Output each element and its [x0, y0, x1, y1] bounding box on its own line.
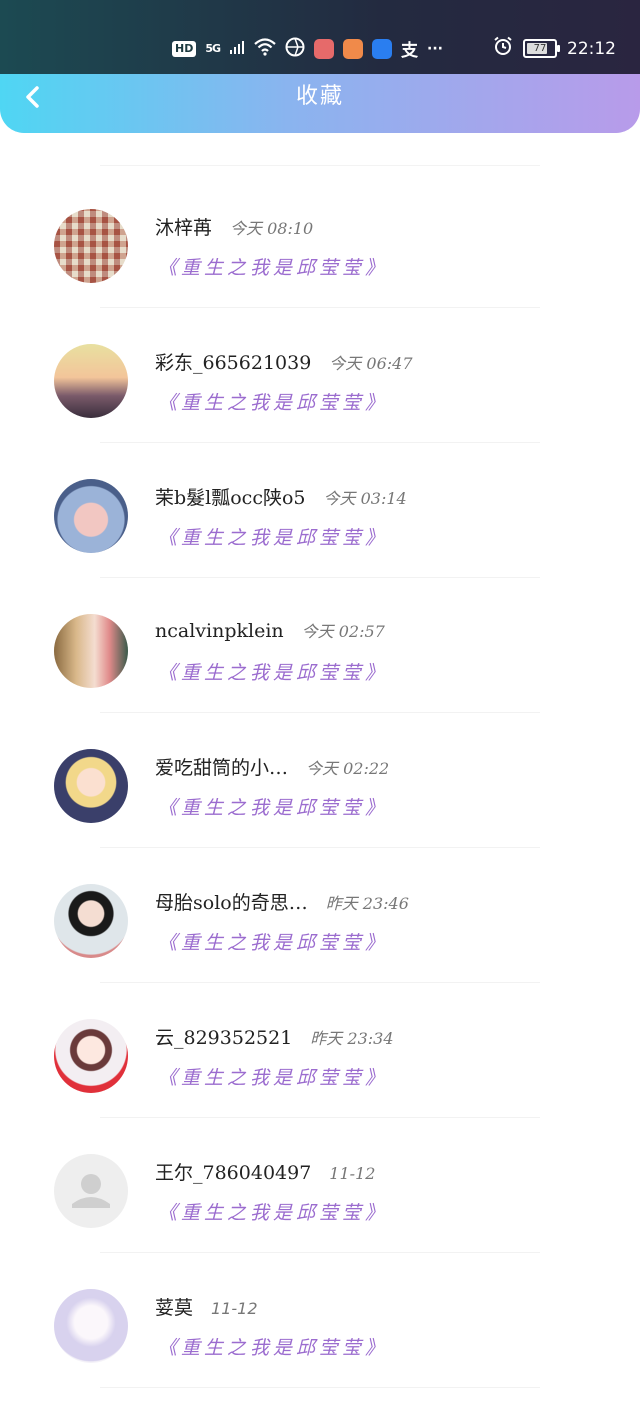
timestamp: 昨天 23:34: [310, 1029, 394, 1048]
user-name[interactable]: 沐梓苒: [155, 213, 212, 240]
timestamp: 今天 03:14: [323, 489, 407, 508]
list-item[interactable]: 沐梓苒 今天 08:10 《重生之我是邱莹莹》: [0, 173, 640, 308]
favorites-list: 沐梓苒 今天 08:10 《重生之我是邱莹莹》 彩东_665621039 今天 …: [0, 173, 640, 1388]
book-title[interactable]: 《重生之我是邱莹莹》: [158, 928, 388, 955]
user-name[interactable]: ncalvinpklein: [155, 620, 284, 642]
user-name[interactable]: 云_829352521: [155, 1023, 292, 1050]
avatar[interactable]: [54, 1154, 128, 1228]
timestamp: 今天 06:47: [329, 354, 413, 373]
list-item[interactable]: 茉b髮l瓢occ陕o5 今天 03:14 《重生之我是邱莹莹》: [0, 443, 640, 578]
alarm-icon: [493, 36, 513, 61]
avatar[interactable]: [54, 884, 128, 958]
battery-icon: 77: [523, 39, 560, 58]
battery-level: 77: [533, 43, 547, 54]
user-name[interactable]: 母胎solo的奇思…: [155, 888, 308, 915]
list-item[interactable]: ncalvinpklein 今天 02:57 《重生之我是邱莹莹》: [0, 578, 640, 713]
divider: [100, 1387, 540, 1388]
timestamp: 今天 02:57: [301, 622, 385, 641]
status-icons-left: HD 5G 支 ···: [172, 36, 443, 61]
more-notifications-icon: ···: [427, 40, 443, 57]
user-name[interactable]: 爱吃甜筒的小…: [155, 753, 288, 780]
avatar[interactable]: [54, 1289, 128, 1363]
book-title[interactable]: 《重生之我是邱莹莹》: [158, 793, 388, 820]
avatar[interactable]: [54, 479, 128, 553]
timestamp: 11-12: [211, 1299, 258, 1318]
list-item[interactable]: 荽莫 11-12 《重生之我是邱莹莹》: [0, 1253, 640, 1388]
health-app-icon: [343, 38, 364, 59]
list-item[interactable]: 母胎solo的奇思… 昨天 23:46 《重生之我是邱莹莹》: [0, 848, 640, 983]
book-title[interactable]: 《重生之我是邱莹莹》: [158, 1198, 388, 1225]
timestamp: 今天 02:22: [306, 759, 390, 778]
user-name[interactable]: 彩东_665621039: [155, 348, 311, 375]
timestamp: 今天 08:10: [230, 219, 314, 238]
status-bar: HD 5G 支 ··· 77 22:12: [0, 0, 640, 74]
book-title[interactable]: 《重生之我是邱莹莹》: [158, 523, 388, 550]
avatar[interactable]: [54, 749, 128, 823]
bulb-app-icon: [372, 38, 393, 59]
clock: 22:12: [567, 38, 616, 59]
timestamp: 11-12: [329, 1164, 376, 1183]
status-icons-right: 77 22:12: [493, 36, 616, 61]
browser-app-icon: [285, 37, 305, 61]
user-name[interactable]: 荽莫: [155, 1293, 193, 1320]
avatar[interactable]: [54, 344, 128, 418]
divider: [100, 165, 540, 166]
list-item[interactable]: 爱吃甜筒的小… 今天 02:22 《重生之我是邱莹莹》: [0, 713, 640, 848]
list-item[interactable]: 彩东_665621039 今天 06:47 《重生之我是邱莹莹》: [0, 308, 640, 443]
network-type: 5G: [205, 42, 221, 55]
wifi-icon: [254, 37, 276, 60]
hd-badge: HD: [172, 40, 197, 57]
list-item[interactable]: 云_829352521 昨天 23:34 《重生之我是邱莹莹》: [0, 983, 640, 1118]
list-item[interactable]: 王尔_786040497 11-12 《重生之我是邱莹莹》: [0, 1118, 640, 1253]
timestamp: 昨天 23:46: [325, 894, 409, 913]
default-user-icon: [72, 1174, 110, 1208]
book-title[interactable]: 《重生之我是邱莹莹》: [158, 253, 388, 280]
book-title[interactable]: 《重生之我是邱莹莹》: [158, 1333, 388, 1360]
avatar[interactable]: [54, 614, 128, 688]
user-name[interactable]: 茉b髮l瓢occ陕o5: [155, 483, 306, 510]
user-name[interactable]: 王尔_786040497: [155, 1158, 311, 1185]
nav-header: 收藏: [0, 74, 640, 133]
book-app-icon: [314, 38, 335, 59]
alipay-icon: 支: [401, 41, 419, 61]
page-title: 收藏: [295, 84, 344, 109]
avatar[interactable]: [54, 1019, 128, 1093]
avatar[interactable]: [54, 209, 128, 283]
signal-icon: [229, 39, 245, 59]
book-title[interactable]: 《重生之我是邱莹莹》: [158, 658, 388, 685]
book-title[interactable]: 《重生之我是邱莹莹》: [158, 388, 388, 415]
book-title[interactable]: 《重生之我是邱莹莹》: [158, 1063, 388, 1090]
